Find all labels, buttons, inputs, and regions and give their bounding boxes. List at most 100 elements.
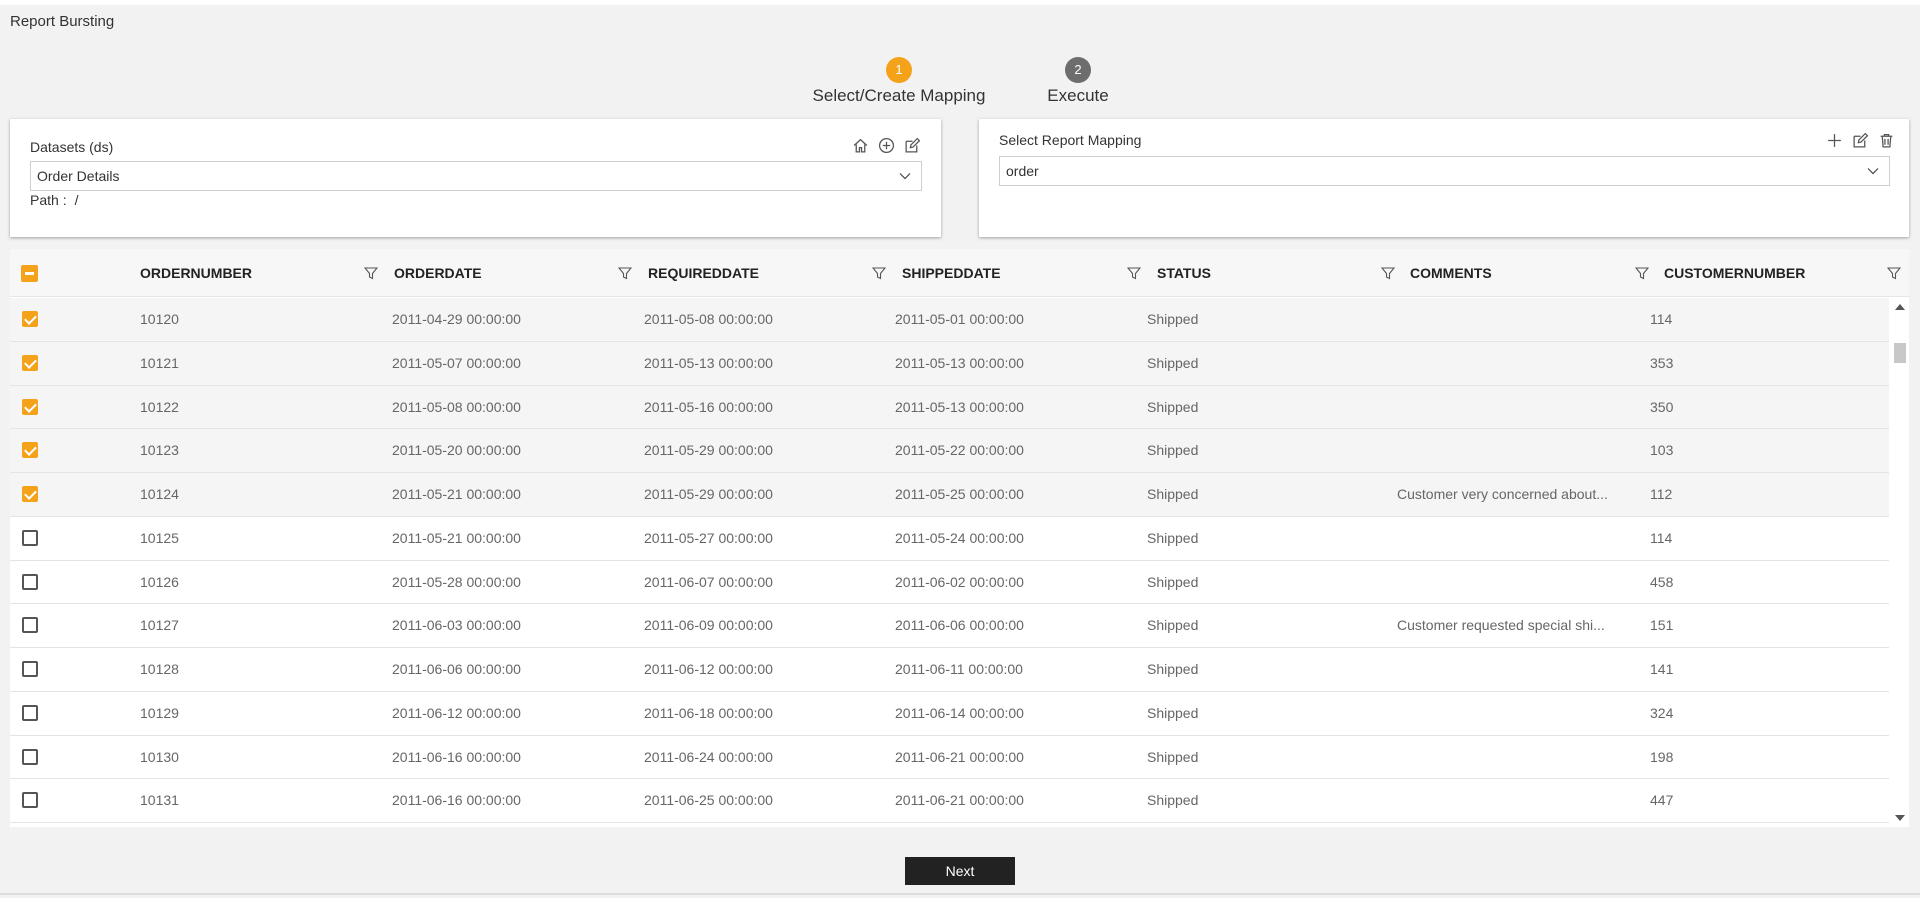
bottom-divider: [0, 893, 1920, 895]
dataset-toolbar: [852, 137, 921, 154]
cell-comments: [1397, 648, 1629, 692]
table-row[interactable]: 10129 2011-06-12 00:00:00 2011-06-18 00:00…: [10, 692, 1889, 736]
column-header-comments[interactable]: COMMENTS: [1410, 249, 1492, 297]
cell-status: Shipped: [1147, 486, 1199, 502]
cell-requireddate: 2011-06-12 00:00:00: [644, 661, 773, 677]
cell-ordernumber: 10126: [140, 573, 179, 590]
cell-status: Shipped: [1147, 311, 1199, 327]
cell-ordernumber: 10120: [140, 311, 179, 327]
step-execute[interactable]: 2 Execute: [1038, 57, 1118, 106]
cell-customernumber: 141: [1650, 661, 1674, 677]
edit-icon[interactable]: [904, 137, 921, 154]
cell-status: Shipped: [1147, 573, 1199, 590]
mapping-label: Select Report Mapping: [999, 132, 1142, 148]
cell-status: Shipped: [1147, 792, 1199, 809]
filter-icon[interactable]: [872, 266, 886, 280]
cell-customernumber: 458: [1650, 573, 1674, 590]
dataset-select[interactable]: Order Details: [30, 161, 922, 191]
filter-icon[interactable]: [1127, 266, 1141, 280]
cell-status: Shipped: [1147, 398, 1199, 415]
filter-icon[interactable]: [364, 266, 378, 280]
filter-icon[interactable]: [618, 266, 632, 280]
filter-icon[interactable]: [1887, 266, 1901, 280]
dataset-label: Datasets (ds): [30, 139, 114, 155]
cell-requireddate: 2011-05-27 00:00:00: [644, 529, 773, 546]
cell-orderdate: 2011-05-21 00:00:00: [392, 486, 521, 502]
trash-icon[interactable]: [1878, 132, 1895, 149]
cell-ordernumber: 10127: [140, 617, 179, 634]
row-checkbox[interactable]: [22, 354, 38, 371]
cell-orderdate: 2011-06-16 00:00:00: [392, 792, 521, 809]
cell-status: Shipped: [1147, 661, 1199, 677]
row-checkbox[interactable]: [22, 573, 38, 590]
cell-status: Shipped: [1147, 704, 1199, 721]
row-checkbox[interactable]: [22, 748, 38, 765]
filter-icon[interactable]: [1381, 266, 1395, 280]
cell-ordernumber: 10131: [140, 792, 179, 809]
table-row[interactable]: 10130 2011-06-16 00:00:00 2011-06-24 00:00…: [10, 736, 1889, 780]
mapping-panel: Select Report Mapping order: [979, 119, 1909, 237]
cell-requireddate: 2011-06-24 00:00:00: [644, 748, 773, 765]
column-header-customernumber[interactable]: CUSTOMERNUMBER: [1664, 249, 1805, 297]
chevron-down-icon: [1867, 168, 1879, 175]
mapping-select-value: order: [1006, 163, 1039, 179]
step-select-create-mapping[interactable]: 1 Select/Create Mapping: [809, 57, 989, 106]
table-row[interactable]: 10122 2011-05-08 00:00:00 2011-05-16 00:00…: [10, 385, 1889, 430]
table-row[interactable]: 10126 2011-05-28 00:00:00 2011-06-07 00:00…: [10, 561, 1889, 605]
cell-shippeddate: 2011-05-13 00:00:00: [895, 354, 1024, 371]
cell-status: Shipped: [1147, 529, 1199, 546]
column-header-shippeddate[interactable]: SHIPPEDDATE: [902, 249, 1001, 297]
mapping-select[interactable]: order: [999, 156, 1890, 186]
row-checkbox[interactable]: [22, 442, 38, 459]
cell-status: Shipped: [1147, 354, 1199, 371]
column-header-orderdate[interactable]: ORDERDATE: [394, 249, 482, 297]
cell-requireddate: 2011-05-13 00:00:00: [644, 354, 773, 371]
row-checkbox[interactable]: [22, 704, 38, 721]
table-row[interactable]: 10123 2011-05-20 00:00:00 2011-05-29 00:00…: [10, 429, 1889, 473]
cell-ordernumber: 10125: [140, 529, 179, 546]
table-row[interactable]: 10121 2011-05-07 00:00:00 2011-05-13 00:00…: [10, 341, 1889, 386]
select-all-checkbox[interactable]: [21, 265, 38, 282]
cell-shippeddate: 2011-06-06 00:00:00: [895, 617, 1024, 634]
edit-icon[interactable]: [1852, 132, 1869, 149]
column-header-requireddate[interactable]: REQUIREDDATE: [648, 249, 759, 297]
filter-icon[interactable]: [1635, 266, 1649, 280]
cell-customernumber: 447: [1650, 792, 1674, 809]
cell-customernumber: 103: [1650, 442, 1674, 459]
cell-shippeddate: 2011-06-21 00:00:00: [895, 748, 1024, 765]
row-checkbox[interactable]: [22, 792, 38, 809]
cell-ordernumber: 10124: [140, 486, 179, 502]
next-button[interactable]: Next: [905, 857, 1015, 885]
cell-ordernumber: 10128: [140, 661, 179, 677]
cell-shippeddate: 2011-05-01 00:00:00: [895, 311, 1024, 327]
row-checkbox[interactable]: [22, 529, 38, 546]
row-checkbox[interactable]: [22, 311, 38, 327]
table-row[interactable]: 10124 2011-05-21 00:00:00 2011-05-29 00:00…: [10, 473, 1889, 517]
row-checkbox[interactable]: [22, 486, 38, 502]
table-row[interactable]: 10128 2011-06-06 00:00:00 2011-06-12 00:00…: [10, 648, 1889, 692]
step-number: 2: [1065, 57, 1091, 83]
plus-icon[interactable]: [1826, 132, 1843, 149]
column-header-ordernumber[interactable]: ORDERNUMBER: [140, 249, 252, 297]
table-row[interactable]: 10131 2011-06-16 00:00:00 2011-06-25 00:00…: [10, 779, 1889, 823]
cell-requireddate: 2011-06-25 00:00:00: [644, 792, 773, 809]
row-checkbox[interactable]: [22, 398, 38, 415]
scroll-down-icon[interactable]: [1895, 815, 1905, 821]
cell-customernumber: 151: [1650, 617, 1674, 634]
row-checkbox[interactable]: [22, 617, 38, 634]
scroll-up-icon[interactable]: [1895, 304, 1905, 310]
home-icon[interactable]: [852, 137, 869, 154]
add-circle-icon[interactable]: [878, 137, 895, 154]
step-label: Select/Create Mapping: [812, 86, 986, 105]
table-row[interactable]: 10120 2011-04-29 00:00:00 2011-05-08 00:00…: [10, 298, 1889, 342]
cell-customernumber: 353: [1650, 354, 1674, 371]
cell-customernumber: 114: [1650, 311, 1673, 327]
cell-orderdate: 2011-06-16 00:00:00: [392, 748, 521, 765]
table-row[interactable]: 10127 2011-06-03 00:00:00 2011-06-09 00:00…: [10, 604, 1889, 648]
column-header-status[interactable]: STATUS: [1157, 249, 1211, 297]
row-checkbox[interactable]: [22, 661, 38, 677]
table-row[interactable]: 10125 2011-05-21 00:00:00 2011-05-27 00:00…: [10, 517, 1889, 561]
scroll-thumb[interactable]: [1894, 343, 1906, 363]
vertical-scrollbar[interactable]: [1889, 298, 1909, 827]
cell-orderdate: 2011-06-12 00:00:00: [392, 704, 521, 721]
